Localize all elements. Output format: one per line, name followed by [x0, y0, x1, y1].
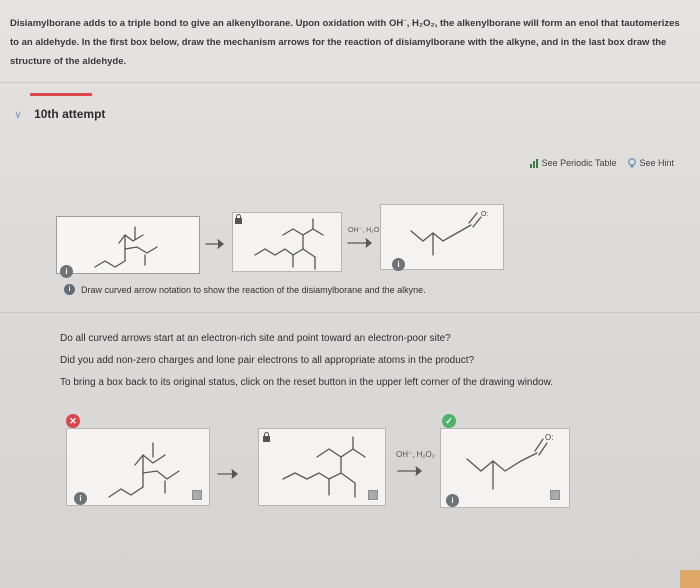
alkenylborane-structure: [254, 218, 324, 270]
chevron-down-icon[interactable]: ∨: [14, 108, 22, 121]
see-hint-link[interactable]: See Hint: [628, 158, 674, 168]
upper-oxygen-label: O:: [481, 211, 489, 218]
answer-oxidation-arrow: [397, 466, 423, 476]
page: Disiamylborane adds to a triple bond to …: [0, 0, 700, 588]
info-icon[interactable]: i: [392, 258, 405, 271]
corner-button[interactable]: [680, 570, 700, 588]
question-lead: Disiamylborane adds to a triple bond to …: [10, 18, 404, 30]
periodic-table-label: See Periodic Table: [541, 158, 617, 168]
bar-chart-icon: [529, 158, 538, 168]
feedback-line-2: Did you add non-zero charges and lone pa…: [60, 355, 475, 366]
x-icon: ✕: [66, 414, 80, 428]
reaction-arrow: [205, 239, 225, 249]
question-divider: [0, 82, 700, 83]
oxidation-arrow: [347, 238, 373, 248]
question-text: Disiamylborane adds to a triple bond to …: [10, 12, 690, 71]
lock-icon: [263, 432, 270, 442]
disiamylborane-alkyne-answer: [108, 442, 180, 498]
answer-reaction-arrow: [217, 469, 239, 479]
feedback-line-3: To bring a box back to its original stat…: [60, 377, 554, 388]
hint-text: Draw curved arrow notation to show the r…: [81, 284, 426, 295]
question-line3: structure of the aldehyde.: [10, 56, 127, 68]
intermediate-drawing-box: [232, 212, 342, 272]
periodic-table-link[interactable]: See Periodic Table: [529, 158, 617, 168]
resize-handle[interactable]: [368, 490, 378, 500]
info-icon: i: [64, 284, 75, 295]
info-icon[interactable]: i: [60, 265, 73, 278]
lock-icon: [235, 214, 242, 224]
disiamylborane-alkyne-structure: [94, 226, 158, 268]
attempt-label: 10th attempt: [34, 107, 106, 121]
attempt-header[interactable]: ∨ 10th attempt: [14, 104, 105, 124]
tool-links: See Periodic Table See Hint: [529, 158, 674, 168]
info-icon[interactable]: i: [446, 494, 459, 507]
question-mid: , H₂O₂, the alkenylborane will form an e…: [406, 18, 680, 30]
info-icon[interactable]: i: [74, 492, 87, 505]
feedback-panel: Do all curved arrows start at an electro…: [60, 328, 680, 394]
lightbulb-icon: [628, 158, 637, 168]
upper-reagent-label: OH⁻, H₂O₂: [348, 227, 383, 234]
feedback-divider: [0, 312, 700, 313]
reactant-drawing-box[interactable]: [56, 216, 200, 274]
reactant-answer-box[interactable]: [66, 428, 210, 506]
lower-reagent-label: OH⁻, H₂O₂: [396, 450, 435, 459]
feedback-line-1: Do all curved arrows start at an electro…: [60, 333, 451, 344]
question-line2: to an aldehyde. In the first box below, …: [10, 37, 667, 49]
check-icon: ✓: [442, 414, 456, 428]
resize-handle[interactable]: [550, 490, 560, 500]
see-hint-label: See Hint: [639, 158, 674, 168]
resize-handle[interactable]: [192, 490, 202, 500]
lower-oxygen-label: O:: [545, 433, 554, 442]
attempt-indicator-bar: [30, 93, 92, 96]
intermediate-answer-box: [258, 428, 386, 506]
hint-line: i Draw curved arrow notation to show the…: [64, 284, 426, 295]
